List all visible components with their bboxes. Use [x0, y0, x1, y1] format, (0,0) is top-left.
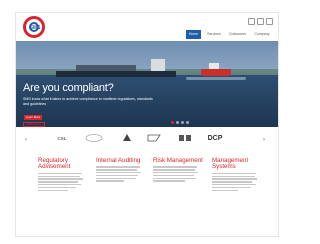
service-title: Regulatory Advisement: [38, 157, 71, 171]
partner-logo-csl: CSL: [52, 132, 72, 144]
nav-services[interactable]: Services: [204, 30, 224, 39]
page-frame: SMS Home Services Customers Company Are …: [15, 12, 279, 237]
service-description: [96, 166, 150, 182]
hero-subtitle: SMS know what it takes to achieve compli…: [23, 97, 153, 106]
partner-logo-csl-label: CSL: [57, 135, 67, 141]
partner-logo-2: [84, 132, 104, 144]
tugboat-wake: [186, 77, 246, 80]
partner-logo-5-mark: [179, 135, 191, 141]
slider-dot-3[interactable]: [181, 121, 184, 124]
service-title: Risk Management: [153, 157, 203, 164]
facebook-icon[interactable]: [266, 18, 273, 25]
chevron-left-icon[interactable]: ‹: [25, 137, 27, 143]
slider-dot-1[interactable]: [171, 121, 174, 124]
tanker-bridge: [151, 59, 165, 71]
nav-company[interactable]: Company: [251, 30, 273, 39]
partner-logo-4-mark: [147, 134, 161, 142]
partner-logo-5: [175, 132, 195, 144]
service-management-systems[interactable]: Management Systems: [212, 157, 266, 192]
chevron-right-icon[interactable]: ›: [263, 137, 265, 143]
service-risk-management[interactable]: Risk Management: [153, 157, 207, 183]
hero-banner: Are you compliant? SMS know what it take…: [16, 41, 278, 127]
service-description: [153, 166, 207, 182]
service-title: Internal Auditing: [96, 157, 141, 164]
linkedin-icon[interactable]: [257, 18, 264, 25]
tanker-hull: [56, 71, 176, 77]
partner-logo-dcp-label: DCP: [207, 134, 223, 142]
hero-title: Are you compliant?: [23, 82, 114, 94]
partner-logo-3-mark: [123, 134, 131, 141]
service-regulatory[interactable]: Regulatory Advisement: [38, 157, 92, 192]
tugboat: [201, 69, 231, 76]
who-we-are-tag[interactable]: Who we are: [23, 122, 45, 127]
partner-logo-2-mark: [85, 134, 103, 142]
twitter-icon[interactable]: [248, 18, 255, 25]
slider-dot-2[interactable]: [176, 121, 179, 124]
learn-more-button[interactable]: Learn More: [24, 115, 42, 120]
partner-logo-dcp: DCP: [204, 132, 226, 144]
slider-dot-4[interactable]: [186, 121, 189, 124]
service-title: Management Systems: [212, 157, 249, 171]
nav-home[interactable]: Home: [186, 30, 201, 39]
partner-logo-3: [117, 132, 137, 144]
partner-logo-4: [144, 132, 164, 144]
service-internal-auditing[interactable]: Internal Auditing: [96, 157, 150, 183]
nav-customers[interactable]: Customers: [226, 30, 249, 39]
sms-logo[interactable]: SMS: [23, 16, 45, 38]
service-description: [38, 172, 92, 191]
service-description: [212, 172, 266, 191]
logo-text: SMS: [29, 25, 41, 31]
